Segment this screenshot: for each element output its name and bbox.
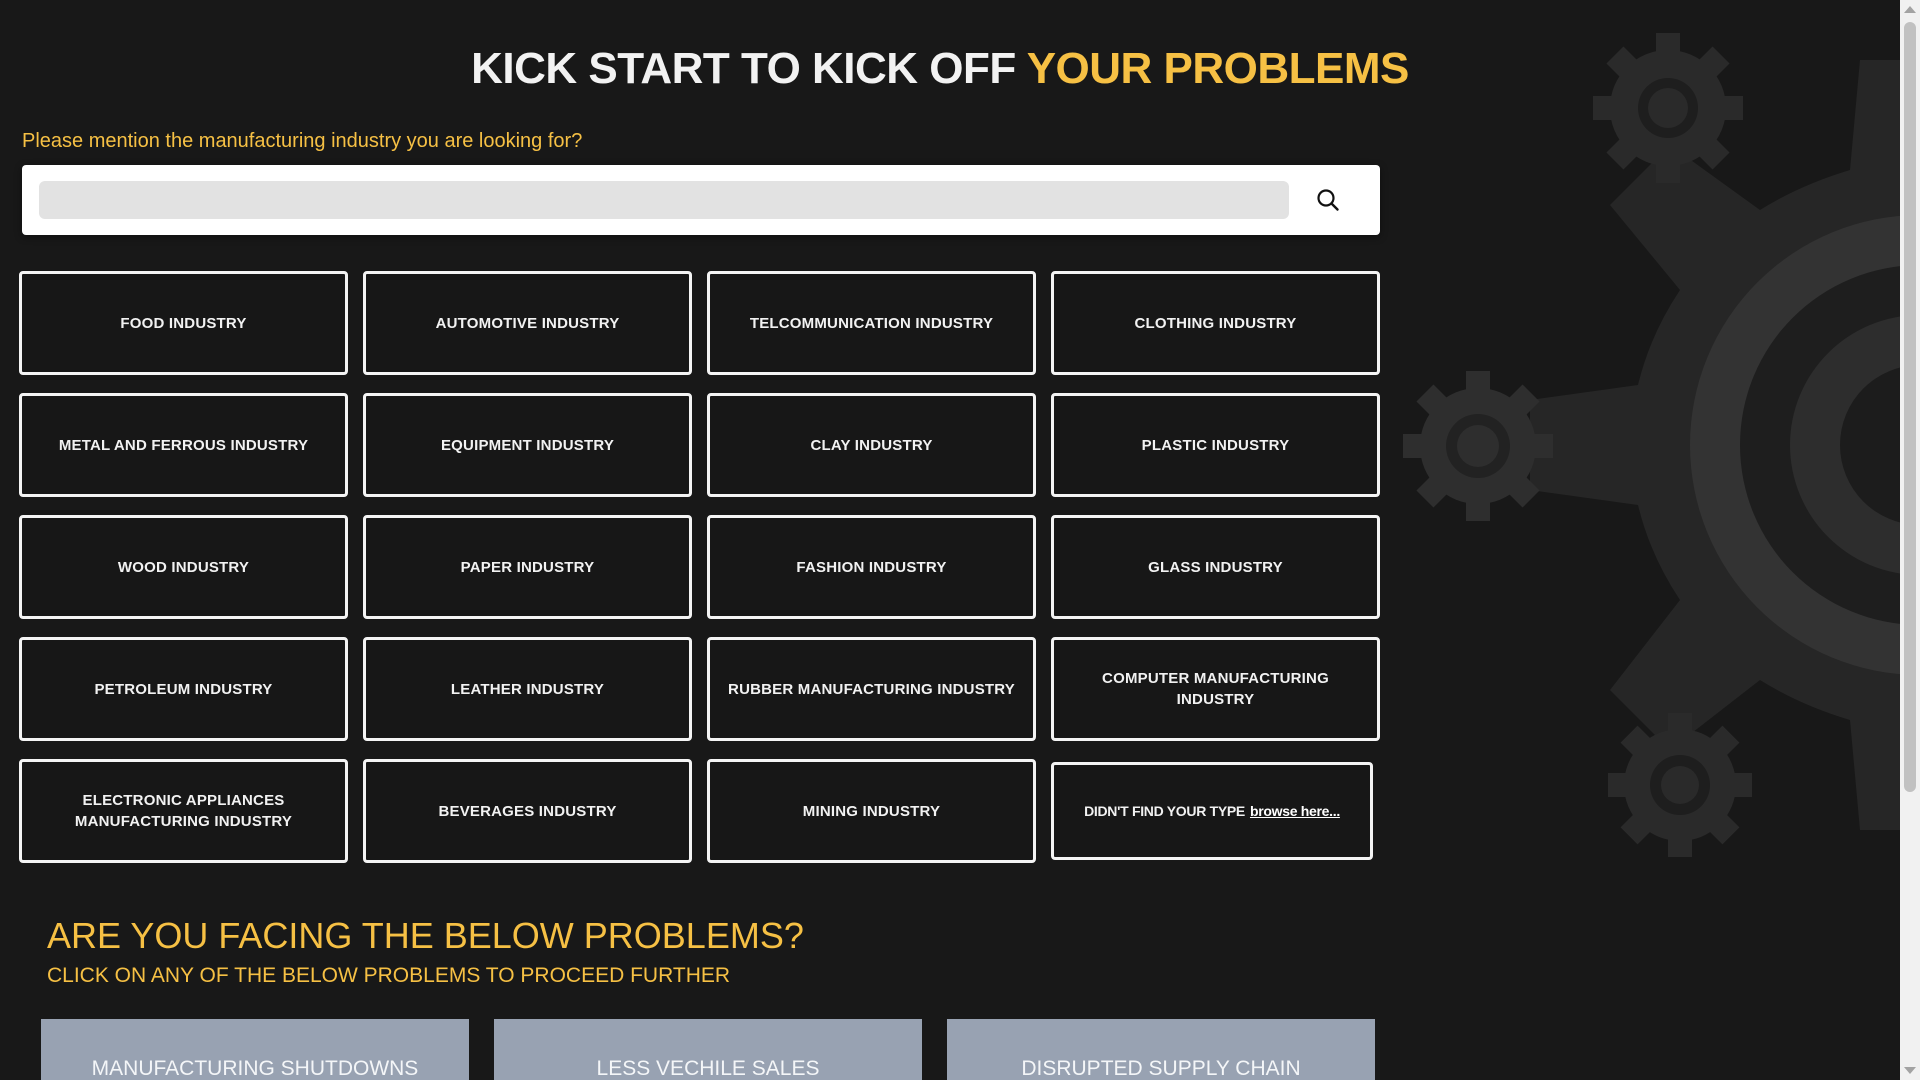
- industry-tile-paper[interactable]: PAPER INDUSTRY: [363, 515, 692, 619]
- industry-tile-plastic[interactable]: PLASTIC INDUSTRY: [1051, 393, 1380, 497]
- title-accent: YOUR PROBLEMS: [1026, 44, 1410, 93]
- scroll-down-icon[interactable]: [1904, 1067, 1916, 1074]
- industry-tile-mining[interactable]: MINING INDUSTRY: [707, 759, 1036, 863]
- industry-tile-automotive[interactable]: AUTOMOTIVE INDUSTRY: [363, 271, 692, 375]
- gear-decoration-icon: [1403, 33, 1900, 857]
- industry-tile-rubber[interactable]: RUBBER MANUFACTURING INDUSTRY: [707, 637, 1036, 741]
- problems-heading: ARE YOU FACING THE BELOW PROBLEMS?: [47, 915, 804, 956]
- browse-link[interactable]: browse here...: [1250, 801, 1340, 822]
- problem-card-shutdowns[interactable]: MANUFACTURING SHUTDOWNS: [41, 1019, 469, 1080]
- industry-tile-fashion[interactable]: FASHION INDUSTRY: [707, 515, 1036, 619]
- industry-tile-metal-ferrous[interactable]: METAL AND FERROUS INDUSTRY: [19, 393, 348, 497]
- scroll-up-icon[interactable]: [1904, 6, 1916, 13]
- browse-text: DIDN'T FIND YOUR TYPE: [1084, 802, 1245, 819]
- industry-tile-equipment[interactable]: EQUIPMENT INDUSTRY: [363, 393, 692, 497]
- search-button[interactable]: [1304, 177, 1352, 223]
- scroll-thumb[interactable]: [1904, 22, 1916, 792]
- search-bar: [22, 165, 1380, 235]
- industry-tile-electronic-appliances[interactable]: ELECTRONIC APPLIANCES MANUFACTURING INDU…: [19, 759, 348, 863]
- industry-tile-food[interactable]: FOOD INDUSTRY: [19, 271, 348, 375]
- problems-subheading: CLICK ON ANY OF THE BELOW PROBLEMS TO PR…: [47, 964, 731, 987]
- industry-tile-leather[interactable]: LEATHER INDUSTRY: [363, 637, 692, 741]
- page-title: KICK START TO KICK OFF YOUR PROBLEMS: [0, 44, 1880, 94]
- page: KICK START TO KICK OFF YOUR PROBLEMS Ple…: [0, 0, 1900, 1080]
- industry-tile-glass[interactable]: GLASS INDUSTRY: [1051, 515, 1380, 619]
- industry-tile-clay[interactable]: CLAY INDUSTRY: [707, 393, 1036, 497]
- industry-tile-petroleum[interactable]: PETROLEUM INDUSTRY: [19, 637, 348, 741]
- problem-card-vehicle-sales[interactable]: LESS VECHILE SALES: [494, 1019, 922, 1080]
- industry-tile-computer[interactable]: COMPUTER MANUFACTURING INDUSTRY: [1051, 637, 1380, 741]
- title-main: KICK START TO KICK OFF: [471, 44, 1016, 93]
- industry-grid: FOOD INDUSTRY AUTOMOTIVE INDUSTRY TELCOM…: [19, 271, 1380, 863]
- industry-tile-wood[interactable]: WOOD INDUSTRY: [19, 515, 348, 619]
- search-prompt-label: Please mention the manufacturing industr…: [22, 130, 583, 152]
- browse-tile: DIDN'T FIND YOUR TYPE browse here...: [1051, 762, 1373, 860]
- search-icon: [1317, 189, 1339, 211]
- problem-card-supply-chain[interactable]: DISRUPTED SUPPLY CHAIN: [947, 1019, 1375, 1080]
- industry-search-input[interactable]: [39, 181, 1289, 219]
- industry-tile-beverages[interactable]: BEVERAGES INDUSTRY: [363, 759, 692, 863]
- scrollbar[interactable]: [1900, 0, 1920, 1080]
- industry-tile-clothing[interactable]: CLOTHING INDUSTRY: [1051, 271, 1380, 375]
- industry-tile-telcommunication[interactable]: TELCOMMUNICATION INDUSTRY: [707, 271, 1036, 375]
